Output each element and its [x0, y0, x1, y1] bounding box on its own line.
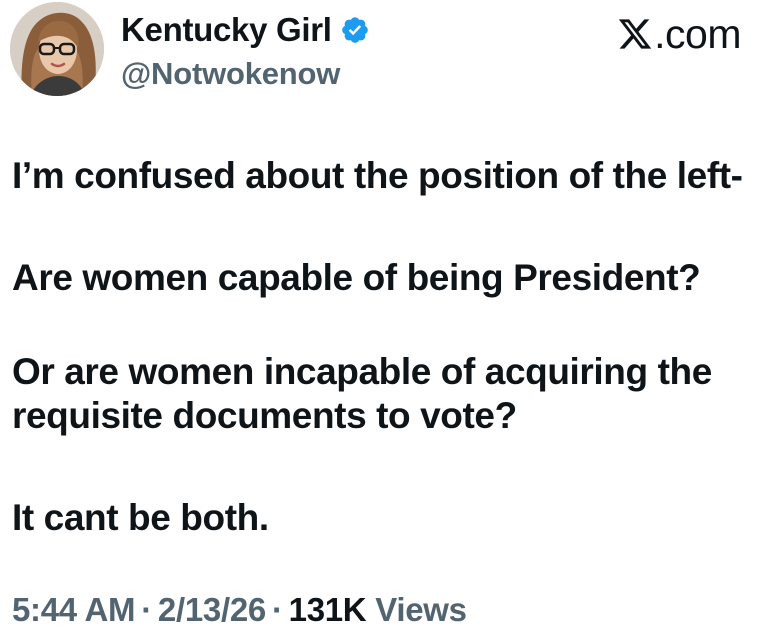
tweet-date[interactable]: 2/13/26: [158, 591, 266, 628]
site-domain-text: .com: [654, 10, 741, 57]
avatar[interactable]: [10, 2, 104, 96]
x-logo-icon: [619, 19, 652, 49]
author-name-row: Kentucky Girl: [121, 8, 370, 52]
tweet-text-line-3: Or are women incapable of acquiring the: [12, 351, 712, 392]
site-label: .com: [617, 10, 741, 58]
author-handle[interactable]: @Notwokenow: [121, 56, 370, 92]
views-label: Views: [375, 591, 467, 628]
meta-separator: ·: [271, 591, 283, 628]
author-info: Kentucky Girl @Notwokenow: [121, 8, 370, 92]
tweet-text-line-5: It cant be both.: [12, 497, 269, 538]
meta-separator: ·: [141, 591, 152, 628]
verified-badge-icon[interactable]: [340, 15, 370, 45]
views-count: 131K: [288, 591, 367, 628]
avatar-photo-icon: [10, 2, 104, 96]
tweet-meta: 5:44 AM · 2/13/26 · 131K Views: [12, 590, 467, 630]
tweet-time[interactable]: 5:44 AM: [12, 591, 136, 628]
tweet-text-line-1: I’m confused about the position of the l…: [12, 155, 743, 196]
tweet-text-line-2: Are women capable of being President?: [12, 257, 701, 298]
tweet-text-line-4: requisite documents to vote?: [12, 395, 517, 436]
author-display-name[interactable]: Kentucky Girl: [121, 11, 332, 49]
